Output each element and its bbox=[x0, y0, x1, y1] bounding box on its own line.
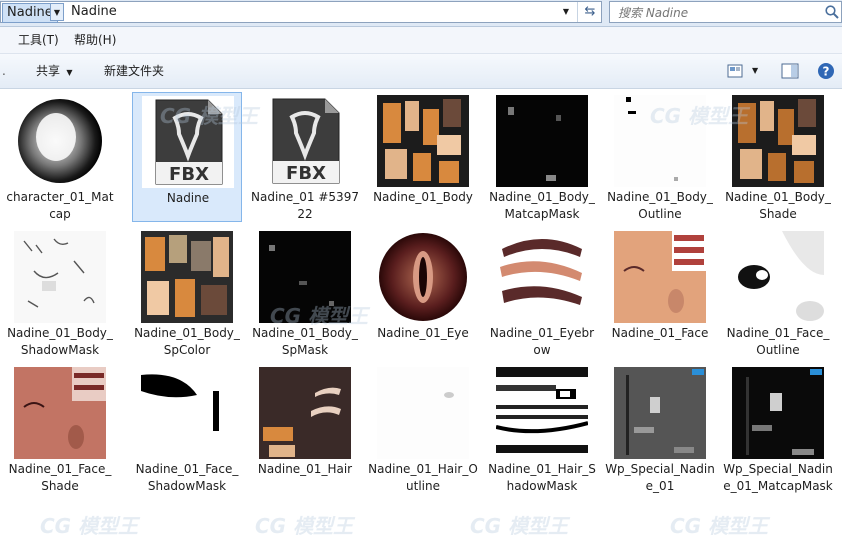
image-thumbnail bbox=[614, 367, 706, 459]
help-icon[interactable]: ? bbox=[816, 60, 836, 82]
image-thumbnail bbox=[614, 95, 706, 187]
file-name: Nadine_01_Body_SpMask bbox=[252, 326, 358, 357]
file-name: Wp_Special_Nadine_01_MatcapMask bbox=[723, 462, 833, 493]
command-toolbar: . 共享 ▼ 新建文件夹 ▼ ? bbox=[0, 54, 842, 89]
file-item[interactable]: Nadine_01_Hair_Outline bbox=[368, 364, 478, 494]
menu-help[interactable]: 帮助(H) bbox=[74, 31, 116, 49]
file-item[interactable]: Nadine_01_Body bbox=[368, 92, 478, 222]
share-button[interactable]: 共享 ▼ bbox=[36, 62, 73, 80]
address-bar[interactable]: Nadine ▼ Nadine ▼ ⇆ bbox=[0, 1, 602, 23]
file-name: Nadine_01_Body_MatcapMask bbox=[489, 190, 595, 221]
view-dropdown-icon[interactable]: ▼ bbox=[752, 62, 758, 80]
file-name: Nadine_01_Hair_Outline bbox=[368, 462, 478, 493]
breadcrumb-arrow-icon[interactable]: ▼ bbox=[50, 3, 64, 21]
file-item[interactable]: Nadine_01_Face_Shade bbox=[5, 364, 115, 494]
image-thumbnail bbox=[14, 367, 106, 459]
fbx-file-icon: FBX bbox=[142, 96, 234, 188]
file-item[interactable]: Nadine_01_Body_MatcapMask bbox=[487, 92, 597, 222]
file-item[interactable]: character_01_Matcap bbox=[5, 92, 115, 222]
file-name: Nadine_01_Face_ShadowMask bbox=[135, 462, 239, 493]
fbx-file-icon: FBX bbox=[259, 95, 351, 187]
file-item[interactable]: Nadine_01_Face_Outline bbox=[723, 228, 833, 358]
file-name: Nadine_01_Eyebrow bbox=[489, 326, 595, 357]
file-name: Nadine bbox=[166, 191, 210, 205]
svg-text:?: ? bbox=[823, 65, 830, 79]
image-thumbnail bbox=[732, 231, 824, 323]
file-item[interactable]: Nadine_01_Eye bbox=[368, 228, 478, 358]
file-name: Nadine_01_Body bbox=[373, 190, 473, 204]
address-history-dropdown-icon[interactable]: ▼ bbox=[557, 2, 575, 22]
image-thumbnail bbox=[259, 367, 351, 459]
address-bar-row: Nadine ▼ Nadine ▼ ⇆ bbox=[0, 0, 842, 27]
file-item[interactable]: Nadine_01_Eyebrow bbox=[487, 228, 597, 358]
image-thumbnail bbox=[141, 367, 233, 459]
file-name: Nadine_01_Body_ShadowMask bbox=[7, 326, 113, 357]
share-label: 共享 bbox=[36, 64, 61, 78]
file-item[interactable]: Nadine_01_Hair_ShadowMask bbox=[487, 364, 597, 494]
file-name: Nadine_01_Face_Shade bbox=[8, 462, 112, 493]
search-icon[interactable] bbox=[824, 4, 840, 20]
image-thumbnail bbox=[496, 95, 588, 187]
file-item[interactable]: FBX Nadine_01 #539722 bbox=[250, 92, 360, 222]
image-thumbnail bbox=[732, 367, 824, 459]
file-name: Nadine_01_Eye bbox=[377, 326, 469, 340]
image-thumbnail bbox=[732, 95, 824, 187]
file-name: Wp_Special_Nadine_01 bbox=[605, 462, 715, 493]
breadcrumb-current[interactable]: Nadine bbox=[67, 3, 121, 21]
file-name: Nadine_01_Hair_ShadowMask bbox=[488, 462, 596, 493]
image-thumbnail bbox=[377, 231, 469, 323]
file-name: character_01_Matcap bbox=[6, 190, 114, 221]
file-name: Nadine_01_Hair bbox=[257, 462, 353, 476]
image-thumbnail bbox=[377, 367, 469, 459]
svg-text:FBX: FBX bbox=[169, 164, 209, 185]
image-thumbnail bbox=[496, 367, 588, 459]
file-item[interactable]: Nadine_01_Face_ShadowMask bbox=[132, 364, 242, 494]
file-item[interactable]: Nadine_01_Body_SpMask bbox=[250, 228, 360, 358]
menu-tools[interactable]: 工具(T) bbox=[18, 31, 59, 49]
file-item[interactable]: Nadine_01_Body_ShadowMask bbox=[5, 228, 115, 358]
toolbar-overflow-dot: . bbox=[2, 64, 6, 78]
image-thumbnail bbox=[141, 231, 233, 323]
file-name: Nadine_01_Body_Outline bbox=[607, 190, 713, 221]
file-item[interactable]: Nadine_01_Face bbox=[605, 228, 715, 358]
image-thumbnail bbox=[614, 231, 706, 323]
file-name: Nadine_01_Face bbox=[611, 326, 709, 340]
search-box[interactable] bbox=[609, 1, 842, 23]
image-thumbnail bbox=[259, 231, 351, 323]
file-item[interactable]: Nadine_01_Body_SpColor bbox=[132, 228, 242, 358]
file-item[interactable]: Nadine_01_Body_Outline bbox=[605, 92, 715, 222]
refresh-icon[interactable]: ⇆ bbox=[577, 2, 602, 22]
image-thumbnail bbox=[496, 231, 588, 323]
new-folder-button[interactable]: 新建文件夹 bbox=[104, 62, 164, 80]
image-thumbnail bbox=[377, 95, 469, 187]
svg-text:FBX: FBX bbox=[286, 163, 326, 184]
search-input[interactable] bbox=[616, 3, 820, 23]
file-list: character_01_Matcap FBX Nadine FBX Nadine_01… bbox=[0, 89, 842, 539]
image-thumbnail bbox=[14, 231, 106, 323]
view-options-icon[interactable] bbox=[727, 60, 743, 82]
file-item[interactable]: Wp_Special_Nadine_01 bbox=[605, 364, 715, 494]
preview-pane-icon[interactable] bbox=[781, 60, 799, 82]
file-name: Nadine_01_Body_Shade bbox=[725, 190, 831, 221]
file-item[interactable]: Wp_Special_Nadine_01_MatcapMask bbox=[723, 364, 833, 494]
file-name: Nadine_01_Face_Outline bbox=[726, 326, 830, 357]
menu-bar: 工具(T) 帮助(H) bbox=[0, 27, 842, 54]
file-name: Nadine_01 #539722 bbox=[251, 190, 359, 221]
file-item[interactable]: Nadine_01_Hair bbox=[250, 364, 360, 494]
file-item[interactable]: Nadine_01_Body_Shade bbox=[723, 92, 833, 222]
file-name: Nadine_01_Body_SpColor bbox=[134, 326, 240, 357]
chevron-down-icon: ▼ bbox=[63, 68, 73, 77]
file-item[interactable]: FBX Nadine bbox=[132, 92, 242, 222]
image-thumbnail bbox=[14, 95, 106, 187]
